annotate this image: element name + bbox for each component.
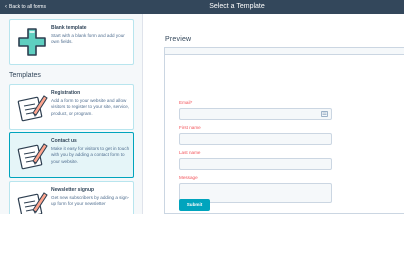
email-field[interactable] [179,108,332,120]
blank-template-description: Start with a blank form and add your own… [51,33,125,45]
first-name-field-label: First name [179,125,201,130]
blank-template-title: Blank template [51,25,87,31]
template-sidebar[interactable]: Blank template Start with a blank form a… [0,14,143,214]
template-card-newsletter-signup[interactable]: Newsletter signup Get new subscribers by… [9,181,134,214]
template-title-newsletter-signup: Newsletter signup [51,187,95,193]
plus-icon [18,28,46,56]
template-title-registration: Registration [51,90,81,96]
last-name-field[interactable] [179,158,332,170]
templates-section-title: Templates [9,72,41,79]
first-name-field[interactable] [179,133,332,145]
template-card-registration[interactable]: Registration Add a form to your website … [9,84,134,130]
template-description-contact-us: Make it easy for visitors to get in touc… [51,146,130,164]
clipboard-pencil-icon [17,192,48,214]
preview-frame-toolbar [165,48,404,55]
last-name-field-label: Last name [179,150,201,155]
template-description-newsletter-signup: Get new subscribers by adding a sign-up … [51,195,130,207]
email-field-label: Email* [179,100,193,105]
template-card-contact-us[interactable]: Contact us Make it easy for visitors to … [9,132,134,178]
top-bar: ‹ Back to all forms Select a Template [0,0,404,14]
clipboard-pencil-icon [17,95,48,122]
keyboard-icon [321,111,328,117]
template-description-registration: Add a form to your website and allow vis… [51,98,130,116]
preview-frame: Email* First name Last name Message Subm… [164,47,404,214]
preview-title: Preview [165,36,192,43]
template-title-contact-us: Contact us [51,138,77,144]
preview-panel: Preview Email* First name Last name Mess… [144,14,404,214]
submit-button[interactable]: Submit [179,199,210,211]
clipboard-pencil-icon [17,143,48,170]
page-title: Select a Template [209,3,265,10]
message-field-label: Message [179,175,198,180]
blank-template-card[interactable]: Blank template Start with a blank form a… [9,19,134,65]
